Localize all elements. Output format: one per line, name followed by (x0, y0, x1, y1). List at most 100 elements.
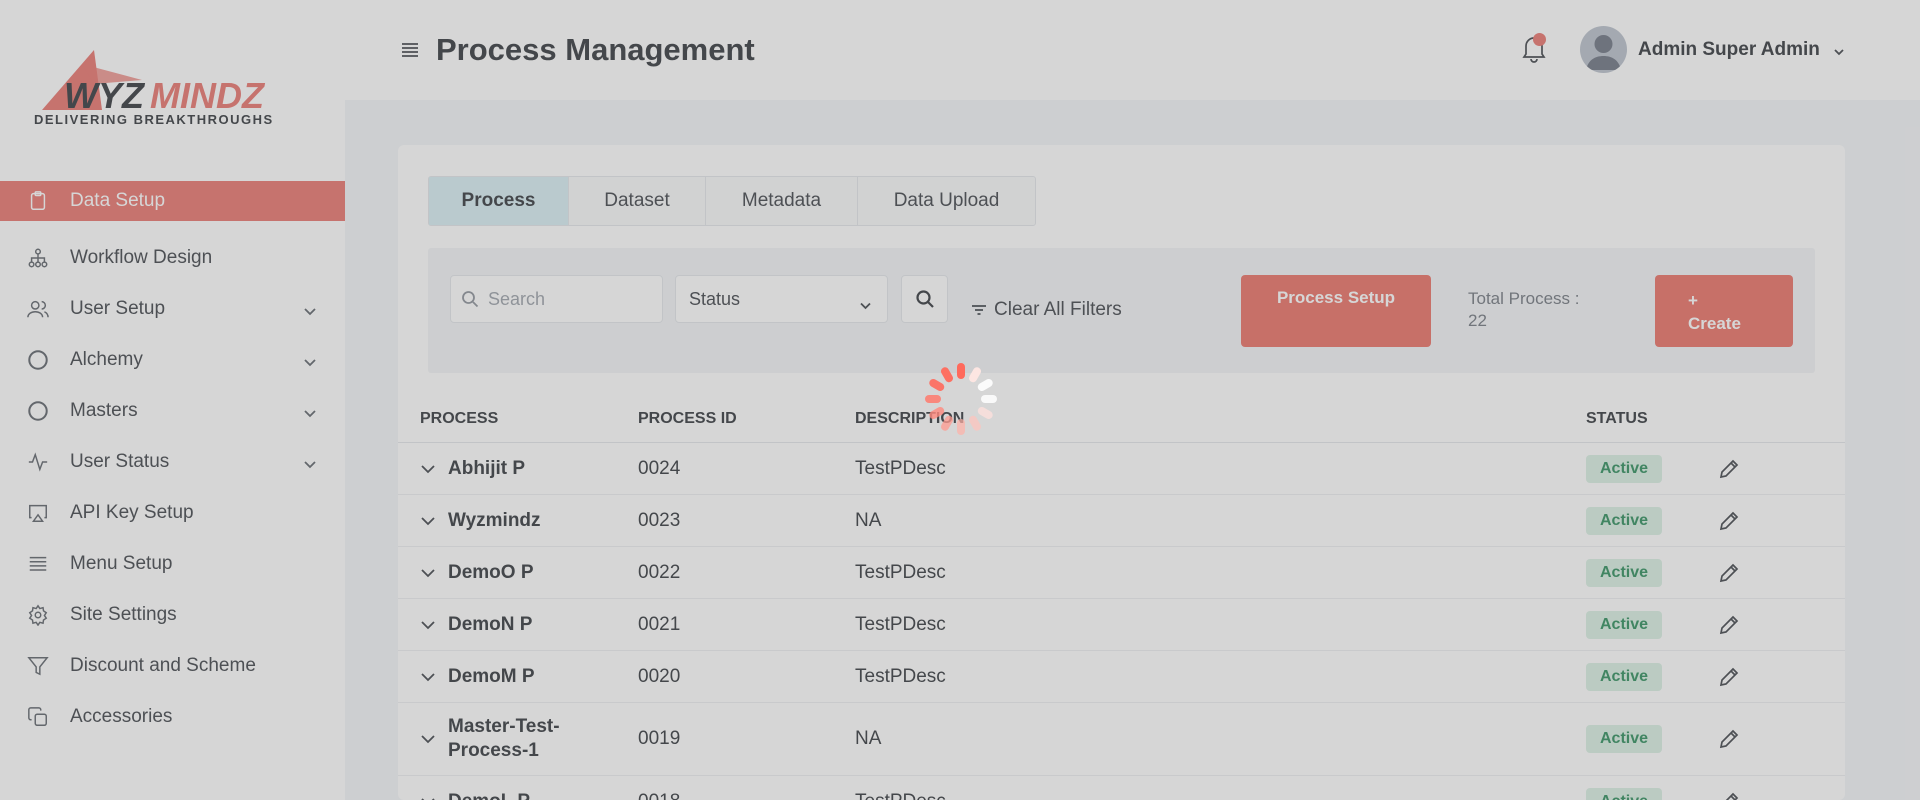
clear-all-filters-button[interactable]: Clear All Filters (971, 299, 1122, 321)
search-icon (915, 290, 934, 308)
process-id: 0020 (638, 665, 681, 687)
pencil-icon[interactable] (1718, 666, 1740, 688)
filter-lines-icon (972, 305, 986, 315)
process-description: TestPDesc (855, 613, 946, 635)
sidebar-item-data-setup[interactable]: Data Setup (0, 181, 345, 221)
process-id: 0023 (638, 509, 681, 531)
circle-icon (26, 348, 50, 372)
create-plus: + (1688, 291, 1698, 310)
process-description: TestPDesc (855, 791, 946, 800)
column-header-process[interactable]: PROCESS (420, 410, 498, 428)
sidebar-item-accessories[interactable]: Accessories (0, 691, 345, 742)
sidebar-item-label: Workflow Design (70, 246, 213, 268)
pencil-icon[interactable] (1718, 562, 1740, 584)
sidebar-item-label: Data Setup (70, 190, 166, 211)
table-row[interactable]: Wyzmindz 0023 NA Active (398, 495, 1845, 547)
chevron-down-icon[interactable] (420, 513, 436, 529)
notification-badge (1533, 33, 1546, 46)
sidebar-item-workflow-design[interactable]: Workflow Design (0, 232, 345, 283)
pencil-icon[interactable] (1718, 614, 1740, 636)
users-icon (26, 297, 50, 321)
status-badge: Active (1586, 558, 1663, 587)
sidebar-item-masters[interactable]: Masters (0, 385, 345, 436)
pencil-icon[interactable] (1718, 458, 1740, 480)
process-description: NA (855, 509, 882, 531)
search-input[interactable] (488, 288, 658, 310)
wyzmindz-logo[interactable]: WYZ MINDZ DELIVERING BREAKTHROUGHS (32, 50, 312, 127)
tab-data-upload[interactable]: Data Upload (858, 177, 1035, 225)
avatar[interactable] (1580, 26, 1627, 73)
process-id: 0021 (638, 613, 681, 635)
status-select-label: Status (689, 288, 741, 309)
search-button[interactable] (901, 275, 948, 323)
chevron-down-icon (303, 404, 317, 418)
svg-text:DELIVERING BREAKTHROUGHS: DELIVERING BREAKTHROUGHS (34, 112, 274, 126)
table-row[interactable]: DemoM P 0020 TestPDesc Active (398, 651, 1845, 703)
create-label: Create (1688, 314, 1741, 333)
hamburger-menu-icon[interactable] (400, 40, 420, 60)
sidebar-item-site-settings[interactable]: Site Settings (0, 589, 345, 640)
status-badge: Active (1586, 787, 1663, 800)
tab-process[interactable]: Process (429, 177, 569, 225)
gear-icon (26, 603, 50, 627)
status-badge: Active (1586, 662, 1663, 691)
sidebar-item-label: Discount and Scheme (70, 654, 256, 676)
create-button[interactable]: + Create (1655, 275, 1793, 347)
loading-spinner-icon (925, 363, 997, 435)
table-row[interactable]: DemoL P 0018 TestPDesc Active (398, 776, 1845, 800)
sidebar-item-user-setup[interactable]: User Setup (0, 283, 345, 334)
process-name: DemoL P (448, 790, 598, 800)
chevron-down-icon[interactable] (420, 669, 436, 685)
sidebar-item-label: Menu Setup (70, 552, 173, 574)
sidebar-item-menu-setup[interactable]: Menu Setup (0, 538, 345, 589)
sidebar-item-label: Alchemy (70, 348, 143, 370)
pencil-icon[interactable] (1718, 791, 1740, 800)
sidebar-item-alchemy[interactable]: Alchemy (0, 334, 345, 385)
search-box[interactable] (450, 275, 663, 323)
process-setup-button[interactable]: Process Setup (1241, 275, 1431, 347)
chevron-down-icon (303, 353, 317, 367)
status-badge: Active (1586, 610, 1663, 639)
page-title: Process Management (436, 32, 755, 67)
table-row[interactable]: Master-Test-Process-1 0019 NA Active (398, 703, 1845, 776)
process-id: 0019 (638, 728, 681, 749)
process-name: Wyzmindz (448, 509, 541, 531)
chevron-down-icon[interactable] (1833, 45, 1845, 57)
tab-metadata[interactable]: Metadata (706, 177, 858, 225)
chevron-down-icon[interactable] (420, 565, 436, 581)
sidebar-nav: Data Setup Workflow Design User Setup Al… (0, 181, 345, 742)
sidebar: WYZ MINDZ DELIVERING BREAKTHROUGHS Data … (0, 0, 345, 800)
sidebar-item-label: API Key Setup (70, 501, 194, 523)
chevron-down-icon[interactable] (420, 461, 436, 477)
sidebar-item-api-key-setup[interactable]: API Key Setup (0, 487, 345, 538)
status-badge: Active (1586, 506, 1663, 535)
process-name: Master-Test-Process-1 (448, 716, 560, 761)
user-name[interactable]: Admin Super Admin (1638, 39, 1820, 61)
process-table: PROCESS PROCESS ID DESCRIPTION STATUS Ab… (398, 393, 1845, 800)
table-row[interactable]: DemoO P 0022 TestPDesc Active (398, 547, 1845, 599)
chevron-down-icon[interactable] (420, 617, 436, 633)
total-process-value: 22 (1468, 311, 1487, 330)
menu-icon (26, 552, 50, 576)
sidebar-item-label: Site Settings (70, 603, 177, 625)
status-select[interactable]: Status (675, 275, 888, 323)
pencil-icon[interactable] (1718, 510, 1740, 532)
chevron-down-icon[interactable] (420, 731, 436, 747)
table-row[interactable]: DemoN P 0021 TestPDesc Active (398, 599, 1845, 651)
chevron-down-icon[interactable] (420, 794, 436, 800)
column-header-process-id[interactable]: PROCESS ID (638, 410, 737, 428)
process-description: NA (855, 728, 882, 749)
table-row[interactable]: Abhijit P 0024 TestPDesc Active (398, 443, 1845, 495)
search-icon (462, 291, 479, 308)
tab-dataset[interactable]: Dataset (569, 177, 706, 225)
status-badge: Active (1586, 454, 1663, 483)
sidebar-item-label: Accessories (70, 705, 173, 727)
chevron-down-icon (303, 455, 317, 469)
column-header-status[interactable]: STATUS (1586, 410, 1648, 428)
circle-icon (26, 399, 50, 423)
copy-icon (26, 705, 50, 729)
sidebar-item-user-status[interactable]: User Status (0, 436, 345, 487)
filter-icon (26, 654, 50, 678)
pencil-icon[interactable] (1718, 728, 1740, 750)
sidebar-item-discount-and-scheme[interactable]: Discount and Scheme (0, 640, 345, 691)
